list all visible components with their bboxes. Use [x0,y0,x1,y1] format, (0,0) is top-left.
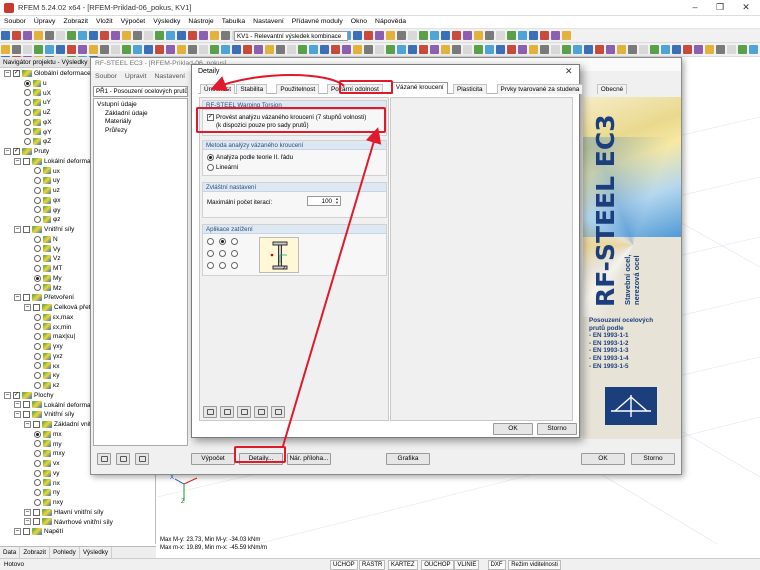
annotation-arrows [210,74,382,447]
